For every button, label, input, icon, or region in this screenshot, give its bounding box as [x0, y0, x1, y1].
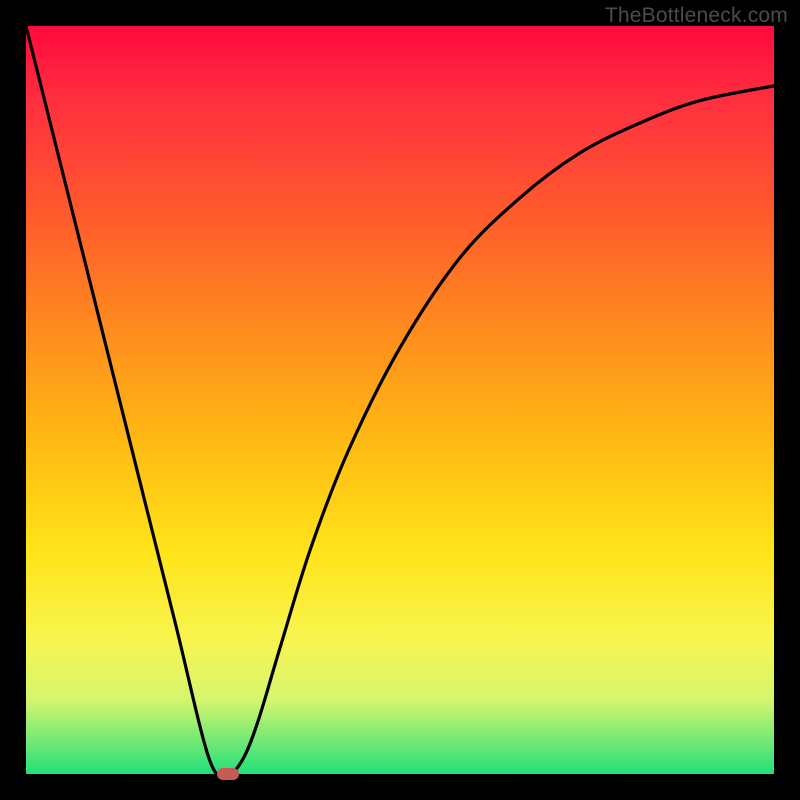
- chart-frame: TheBottleneck.com: [0, 0, 800, 800]
- bottleneck-curve: [26, 26, 774, 774]
- watermark-text: TheBottleneck.com: [605, 4, 788, 28]
- optimal-point-marker: [217, 768, 239, 780]
- plot-area: [26, 26, 774, 774]
